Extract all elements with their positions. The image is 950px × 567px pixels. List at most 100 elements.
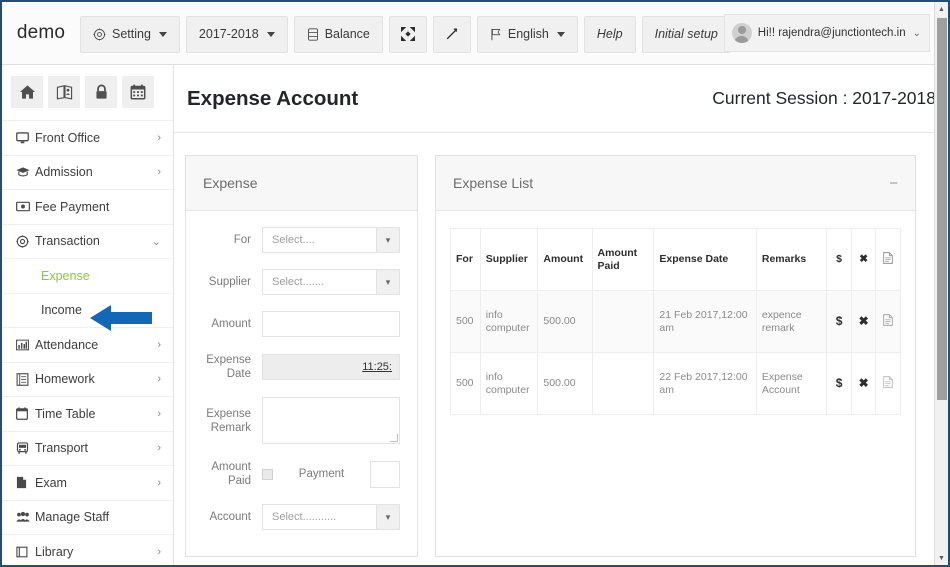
column-header-supplier[interactable]: Supplier: [479, 228, 539, 291]
scroll-up-arrow[interactable]: ▲: [935, 2, 948, 16]
table-row[interactable]: 500 info computer 500.00 22 Feb 2017,12:…: [450, 352, 901, 415]
balance-label: Balance: [324, 27, 370, 41]
sidebar-item-expense[interactable]: Expense: [2, 258, 173, 293]
initial-setup-button[interactable]: Initial setup: [641, 15, 731, 53]
amount-paid-label: Amount Paid: [211, 461, 251, 487]
cell-for: 500: [450, 352, 481, 415]
expense-panel-header: Expense: [186, 156, 417, 211]
help-button[interactable]: Help: [583, 15, 636, 53]
chevron-right-icon: ›: [157, 166, 161, 179]
column-header-for[interactable]: For: [450, 228, 481, 291]
sidebar-item-library[interactable]: Library ›: [2, 534, 173, 565]
id-card-icon: [56, 84, 73, 100]
sidebar-item-label: Admission: [35, 165, 93, 180]
sidebar-item-exam[interactable]: Exam ›: [2, 465, 173, 500]
column-header-remarks[interactable]: Remarks: [755, 228, 828, 291]
column-header-amount-paid[interactable]: Amount Paid: [591, 228, 655, 291]
cell-amount: 500.00: [537, 352, 593, 415]
resize-button[interactable]: [432, 15, 471, 53]
expense-date-input[interactable]: 11:25:: [262, 354, 400, 380]
expense-form-body: For Select.... ▾ Supplier Select....... …: [186, 211, 417, 556]
vertical-scrollbar[interactable]: ▲ ▼: [934, 2, 948, 565]
supplier-label: Supplier: [208, 276, 251, 288]
expense-list-body: For Supplier Amount Amount Paid Expense …: [436, 211, 915, 437]
panels-row: Expense For Select.... ▾ Supplier Select…: [174, 133, 936, 557]
field-row-expense-date: Expense Date 11:25:: [190, 353, 400, 381]
scrollbar-thumb[interactable]: [937, 18, 947, 400]
sidebar-item-transport[interactable]: Transport ›: [2, 430, 173, 466]
sidebar-item-label: Front Office: [35, 130, 101, 145]
expand-button[interactable]: [388, 15, 427, 53]
sidebar-item-homework[interactable]: Homework ›: [2, 361, 173, 397]
column-header-document[interactable]: [875, 228, 901, 291]
document-action-button[interactable]: [875, 352, 901, 415]
sidebar-item-time-table[interactable]: Time Table ›: [2, 396, 173, 431]
users-icon: [16, 511, 35, 523]
session-year-button[interactable]: 2017-2018: [185, 15, 288, 53]
sidebar-item-transaction[interactable]: Transaction ⌄: [2, 223, 173, 259]
amount-input[interactable]: [262, 311, 400, 337]
amount-label: Amount: [211, 318, 251, 330]
column-header-pay[interactable]: $: [826, 228, 852, 291]
payment-label: Payment: [298, 468, 345, 480]
table-header-row: For Supplier Amount Amount Paid Expense …: [450, 228, 901, 291]
balance-button[interactable]: Balance: [293, 15, 383, 53]
expense-list-panel: Expense List − For Supplier Amount Amoun…: [435, 155, 916, 557]
sidebar-item-front-office[interactable]: Front Office ›: [2, 120, 173, 155]
sidebar-item-admission[interactable]: Admission ›: [2, 154, 173, 190]
field-row-expense-remark: Expense Remark: [190, 397, 400, 444]
expand-diagonal-icon: [445, 27, 459, 41]
for-select[interactable]: Select.... ▾: [262, 227, 400, 253]
expense-list-header: Expense List −: [436, 156, 915, 211]
payment-input[interactable]: [370, 460, 400, 488]
scroll-down-arrow[interactable]: ▼: [935, 551, 948, 565]
column-header-expense-date[interactable]: Expense Date: [653, 228, 757, 291]
setting-button[interactable]: Setting: [80, 15, 180, 53]
column-header-delete[interactable]: ✖: [850, 228, 877, 291]
delete-action-button[interactable]: ✖: [850, 352, 877, 415]
chevron-right-icon: ›: [157, 545, 161, 558]
expense-remark-textarea[interactable]: [262, 397, 400, 444]
file-icon: [16, 476, 35, 489]
calendar-icon: [130, 84, 146, 100]
current-session-label: Current Session : 2017-2018: [712, 88, 936, 108]
pay-action-button[interactable]: $: [826, 290, 852, 353]
expense-panel-title: Expense: [203, 175, 258, 191]
sidebar-item-label: Library: [35, 544, 74, 559]
page-header: Expense Account Current Session : 2017-2…: [174, 65, 936, 133]
column-header-amount[interactable]: Amount: [537, 228, 593, 291]
sidebar-quick-home[interactable]: [11, 76, 43, 108]
brand-logo[interactable]: demo: [2, 22, 80, 44]
pay-action-button[interactable]: $: [826, 352, 852, 415]
book-open-icon: [16, 546, 35, 558]
sidebar-item-income[interactable]: Income: [2, 292, 173, 328]
collapse-icon[interactable]: −: [889, 176, 898, 191]
sidebar-subitem-label: Income: [41, 303, 82, 318]
field-row-amount: Amount: [190, 311, 400, 337]
account-select[interactable]: Select........... ▾: [262, 504, 400, 530]
sidebar-item-attendance[interactable]: Attendance ›: [2, 327, 173, 362]
expense-remark-label: Expense Remark: [206, 407, 251, 434]
sidebar-quick-icons: [2, 65, 173, 120]
document-action-button[interactable]: [875, 290, 901, 353]
sidebar-item-manage-staff[interactable]: Manage Staff: [2, 499, 173, 535]
language-button[interactable]: English: [476, 15, 578, 53]
field-row-amount-paid: Amount Paid Payment: [190, 460, 400, 488]
top-navigation-bar: demo Setting 2017-2018 Balance English H…: [2, 2, 936, 65]
table-row[interactable]: 500 info computer 500.00 21 Feb 2017,12:…: [450, 290, 901, 353]
lock-icon: [94, 84, 109, 100]
top-button-group: Setting 2017-2018 Balance English Help I…: [80, 2, 731, 64]
sidebar-item-fee-payment[interactable]: Fee Payment: [2, 189, 173, 224]
expense-list-title: Expense List: [453, 175, 534, 191]
user-menu[interactable]: Hi!! rajendra@junctiontech.in ⌄: [723, 14, 930, 52]
sidebar-quick-lock[interactable]: [85, 76, 117, 108]
avatar: [731, 23, 752, 43]
sidebar-quick-calendar[interactable]: [122, 76, 154, 108]
sidebar-quick-id-card[interactable]: [48, 76, 80, 108]
delete-action-button[interactable]: ✖: [850, 290, 877, 353]
supplier-select[interactable]: Select....... ▾: [262, 269, 400, 295]
cell-supplier: info computer: [479, 352, 539, 415]
chevron-down-icon: [556, 31, 565, 37]
amount-paid-checkbox[interactable]: [262, 468, 273, 480]
field-row-supplier: Supplier Select....... ▾: [190, 269, 400, 295]
